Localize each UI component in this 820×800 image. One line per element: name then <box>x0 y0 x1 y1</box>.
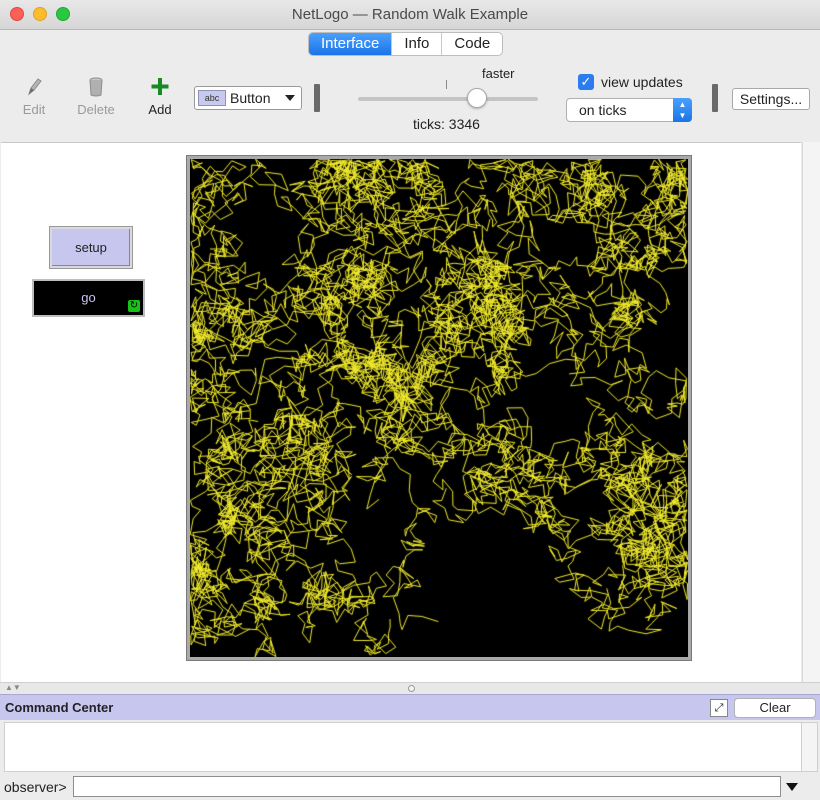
view-updates-label: view updates <box>601 74 683 90</box>
speed-slider[interactable] <box>358 97 538 101</box>
chevron-down-icon <box>285 95 295 101</box>
command-output[interactable] <box>4 722 802 772</box>
toolbar-separator <box>314 84 320 112</box>
interface-scrollbar[interactable] <box>802 142 820 682</box>
command-input-row: observer> <box>0 774 820 800</box>
trash-icon <box>89 77 103 97</box>
setup-button[interactable]: setup <box>50 227 132 268</box>
edit-label: Edit <box>22 102 46 117</box>
widget-type-dropdown[interactable]: abc Button <box>194 86 302 110</box>
go-button[interactable]: go ↻ <box>32 279 145 317</box>
command-center-title: Command Center <box>5 700 114 715</box>
window-title: NetLogo — Random Walk Example <box>291 6 529 23</box>
tab-info[interactable]: Info <box>391 33 441 55</box>
update-mode-select[interactable]: on ticks ▲ ▼ <box>566 98 692 122</box>
speed-label: faster <box>482 66 515 81</box>
main-tabs: Interface Info Code <box>308 32 504 56</box>
tab-code[interactable]: Code <box>441 33 502 55</box>
interface-panel: setup go ↻ <box>1 142 801 682</box>
select-stepper-icon: ▲ ▼ <box>673 98 692 122</box>
command-output-scrollbar[interactable] <box>802 722 818 772</box>
title-bar: NetLogo — Random Walk Example <box>0 0 820 30</box>
expand-icon[interactable]: ⤢ <box>710 699 728 717</box>
ticks-counter: ticks: 3346 <box>413 116 480 132</box>
button-widget-icon: abc <box>198 90 226 106</box>
pencil-icon <box>27 78 42 96</box>
world-canvas[interactable] <box>190 159 688 657</box>
tab-interface[interactable]: Interface <box>309 33 392 55</box>
command-center-header: Command Center ⤢ Clear <box>0 694 820 720</box>
speed-slider-center-tick <box>446 80 447 89</box>
clear-button[interactable]: Clear <box>734 698 816 718</box>
go-label: go <box>81 290 96 305</box>
add-button[interactable]: Add <box>136 76 184 117</box>
panel-splitter[interactable]: ▲▼ <box>0 682 820 694</box>
plus-icon <box>151 78 169 95</box>
split-arrows-icon[interactable]: ▲▼ <box>5 683 21 692</box>
settings-button[interactable]: Settings... <box>732 88 810 110</box>
world-view[interactable] <box>186 155 692 661</box>
forever-icon: ↻ <box>128 300 140 312</box>
toolbar-separator <box>712 84 718 112</box>
update-mode-value: on ticks <box>579 102 627 118</box>
widget-type-value: Button <box>230 90 271 106</box>
view-updates-checkbox[interactable]: ✓ <box>578 74 594 90</box>
interface-toolbar: Edit Delete Add abc Button faster ticks:… <box>0 60 820 140</box>
command-input[interactable] <box>73 776 781 797</box>
splitter-handle[interactable] <box>408 685 415 692</box>
edit-button[interactable]: Edit <box>10 76 58 117</box>
delete-button[interactable]: Delete <box>72 76 120 117</box>
delete-label: Delete <box>77 102 115 117</box>
speed-slider-thumb[interactable] <box>467 88 487 108</box>
history-dropdown-icon[interactable] <box>786 783 798 791</box>
add-label: Add <box>148 102 172 117</box>
observer-prompt-label: observer> <box>4 779 67 795</box>
